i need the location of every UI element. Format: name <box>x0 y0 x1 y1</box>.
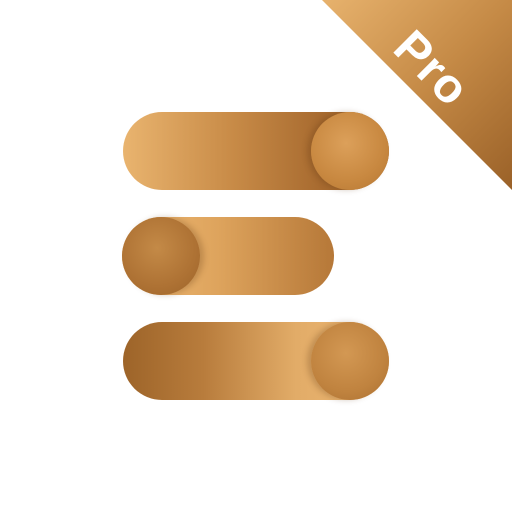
toggle-knob-middle <box>122 217 200 295</box>
app-icon: Pro <box>0 0 512 512</box>
toggle-switch-bottom <box>123 322 389 400</box>
toggle-knob-top <box>311 112 389 190</box>
toggle-switch-middle <box>122 217 334 295</box>
toggle-switch-top <box>123 112 389 190</box>
toggle-knob-bottom <box>311 322 389 400</box>
